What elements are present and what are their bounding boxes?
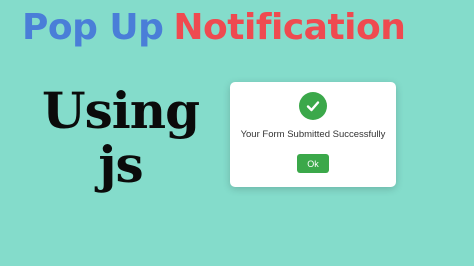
check-circle-icon	[299, 92, 327, 120]
title-word-pop-up: Pop Up	[22, 7, 164, 48]
popup-message: Your Form Submitted Successfully	[240, 129, 386, 140]
title-word-notification: Notification	[173, 7, 406, 48]
ok-button[interactable]: Ok	[297, 154, 329, 173]
subtitle-line-js: js	[98, 135, 143, 194]
notification-popup: Your Form Submitted Successfully Ok	[230, 82, 396, 187]
checkmark-icon	[306, 101, 320, 112]
subtitle: Using js	[42, 81, 200, 194]
subtitle-line-using: Using	[42, 81, 200, 140]
page-title: Pop Up Notification	[22, 4, 406, 52]
